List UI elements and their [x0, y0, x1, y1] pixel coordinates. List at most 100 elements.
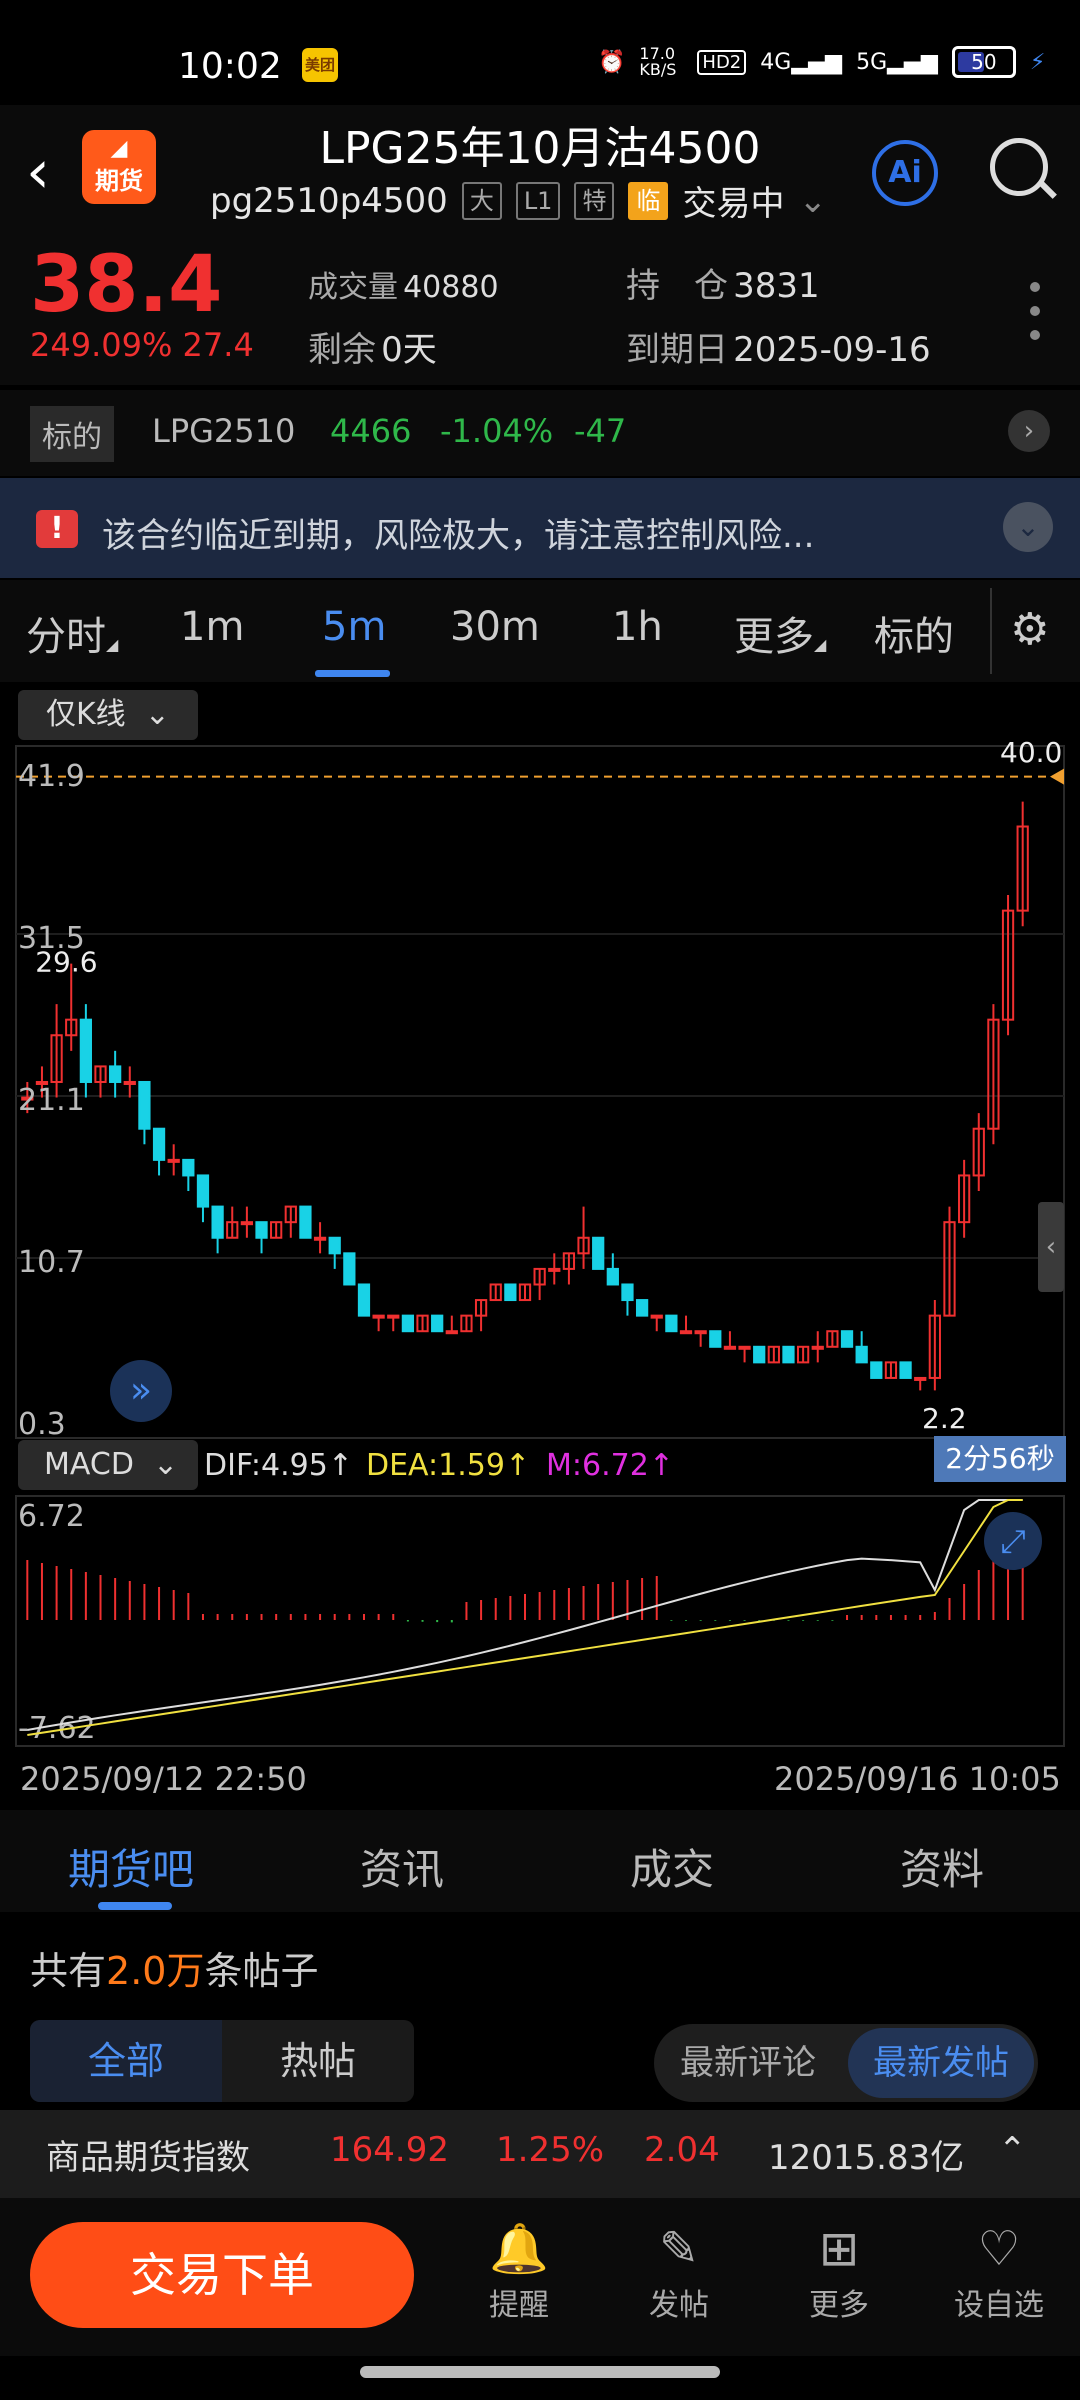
candle-body [431, 1314, 444, 1333]
price-tick-label: 10.7 [18, 1245, 85, 1280]
candle-body [328, 1236, 341, 1255]
candle-body [152, 1127, 166, 1161]
contract-subline: pg2510p4500 大 L1 特 临 交易中 ⌄ [210, 176, 827, 225]
price-frame [15, 745, 1065, 1439]
underlying-symbol: LPG2510 [152, 412, 296, 450]
tab-1h[interactable]: 1h [612, 604, 663, 650]
tab-timeshare[interactable]: 分时◢ [26, 604, 118, 662]
tab-more[interactable]: 更多◢ [734, 604, 826, 662]
search-icon[interactable] [990, 138, 1048, 196]
price-tick-label: 41.9 [18, 759, 85, 794]
expand-chart-icon[interactable]: » [110, 1360, 172, 1422]
signal-5g-icon: 5G▂▄▆ [856, 49, 938, 75]
candle-body [343, 1252, 356, 1286]
candle-body [811, 1345, 824, 1350]
tab-trades[interactable]: 成交 [630, 1836, 714, 1897]
hd-icon: HD2 [697, 49, 747, 75]
tab-divider [990, 588, 992, 674]
tab-futures-forum[interactable]: 期货吧 [68, 1836, 194, 1897]
candle-body [445, 1330, 458, 1335]
nav-more[interactable]: ⊞ 更多 [784, 2218, 894, 2324]
chart-mode-select[interactable]: 仅K线 ⌄ [18, 690, 198, 740]
underlying-label: 标的 [30, 406, 114, 462]
chevron-up-icon[interactable]: ⌃ [998, 2130, 1027, 2170]
candle-body [723, 1345, 737, 1350]
candle-body [109, 1065, 122, 1083]
active-section-indicator [98, 1902, 172, 1910]
candle-body [738, 1345, 751, 1350]
fullscreen-icon[interactable]: ⤢ [984, 1512, 1042, 1570]
candle-body [240, 1221, 254, 1226]
last-price-marker [1050, 768, 1064, 785]
left-high-label: 29.6 [35, 946, 97, 979]
nav-post[interactable]: ✎ 发帖 [624, 2218, 734, 2324]
candle-body [211, 1205, 224, 1239]
candle-body [313, 1236, 327, 1241]
bell-icon: 🔔 [489, 2221, 549, 2277]
candle-body [914, 1376, 927, 1381]
network-speed: 17.0 KB/S [639, 44, 677, 79]
home-indicator[interactable] [360, 2366, 720, 2378]
candle-body [357, 1283, 371, 1317]
tag-te: 特 [574, 181, 615, 220]
time-end: 2025/09/16 10:05 [774, 1760, 1061, 1798]
battery-icon: 50 [951, 46, 1016, 78]
post-count: 共有2.0万条帖子 [30, 1949, 319, 1993]
expiry-date: 到期日 2025-09-16 [626, 330, 931, 370]
more-options-icon[interactable] [1030, 282, 1042, 354]
macd-dea: DEA:1.59↑ [366, 1448, 531, 1483]
candle-body [709, 1330, 722, 1348]
candle-body [548, 1267, 561, 1272]
candle-body [855, 1345, 868, 1364]
grid-icon: ⊞ [818, 2221, 860, 2277]
place-order-button[interactable]: 交易下单 [30, 2222, 414, 2328]
kline-chart[interactable]: 41.931.521.110.70.329.640.02.2 6.72-7.62 [0, 740, 1080, 1810]
contract-code: pg2510p4500 [210, 180, 448, 221]
tab-30m[interactable]: 30m [450, 604, 540, 650]
low-label: 2.2 [922, 1402, 967, 1435]
tab-news[interactable]: 资讯 [360, 1836, 444, 1897]
candle-body [592, 1236, 605, 1270]
sort-latest-post[interactable]: 最新发帖 [848, 2028, 1034, 2098]
remaining-days: 剩余 0天 [308, 330, 437, 370]
price-tick-label: 0.3 [18, 1407, 66, 1442]
candle-body [621, 1283, 634, 1302]
post-filter: 全部 热帖 [30, 2020, 414, 2102]
countdown-badge: 2分56秒 [934, 1436, 1066, 1482]
trading-state[interactable]: 交易中 [682, 176, 784, 225]
tab-5m[interactable]: 5m [322, 604, 386, 650]
tag-l1: L1 [515, 181, 561, 220]
candle-body [372, 1314, 385, 1319]
last-price: 38.4 [30, 240, 223, 330]
alert-icon: ! [36, 510, 78, 548]
nav-alert[interactable]: 🔔 提醒 [464, 2218, 574, 2324]
high-label: 40.0 [1000, 740, 1062, 769]
ai-assistant-button[interactable]: Ai [872, 140, 938, 206]
candle-body [255, 1221, 268, 1239]
side-panel-handle[interactable]: ‹ [1038, 1202, 1064, 1292]
indicator-select[interactable]: MACD ⌄ [18, 1440, 198, 1490]
expand-warning-button[interactable]: ⌄ [1003, 502, 1053, 552]
candle-body [650, 1314, 663, 1319]
candle-body [694, 1330, 707, 1335]
volume: 成交量 40880 [308, 270, 499, 305]
sort-latest-comment[interactable]: 最新评论 [680, 2024, 816, 2102]
nav-watchlist[interactable]: ♡ 设自选 [944, 2218, 1054, 2324]
candle-body [387, 1314, 400, 1319]
candle-body [167, 1158, 180, 1163]
candle-body [504, 1283, 517, 1302]
chevron-down-icon[interactable]: ⌄ [798, 181, 827, 221]
underlying-pct: -1.04% [440, 412, 554, 450]
candle-body [635, 1299, 649, 1317]
filter-all[interactable]: 全部 [30, 2020, 222, 2102]
status-icons: ⏰ 17.0 KB/S HD2 4G▂▄▆ 5G▂▄▆ 50 ⚡ [598, 46, 1045, 78]
gear-icon[interactable]: ⚙ [1010, 604, 1049, 655]
tab-info[interactable]: 资料 [900, 1836, 984, 1897]
tab-underlying[interactable]: 标的 [874, 604, 954, 662]
tab-1m[interactable]: 1m [180, 604, 244, 650]
tag-da: 大 [461, 181, 502, 220]
macd-frame [15, 1495, 1065, 1747]
chevron-right-icon[interactable]: › [1008, 410, 1050, 452]
candle-body [753, 1345, 766, 1364]
filter-hot[interactable]: 热帖 [222, 2020, 414, 2102]
